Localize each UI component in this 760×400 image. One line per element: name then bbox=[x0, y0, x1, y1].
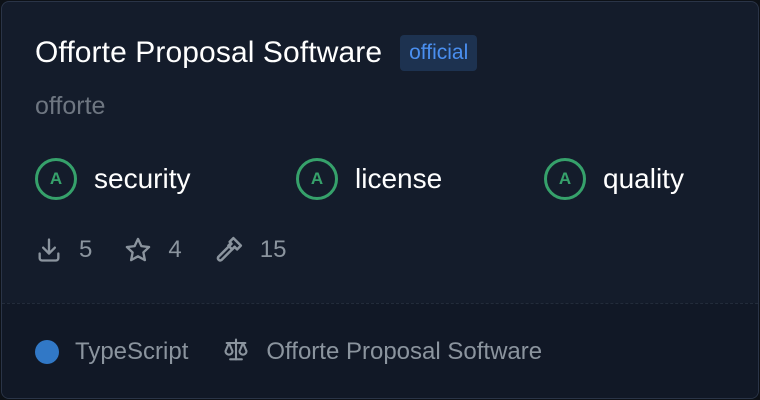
download-icon bbox=[35, 236, 63, 264]
security-grade-badge: A bbox=[35, 158, 77, 200]
language-dot bbox=[35, 340, 59, 364]
package-card[interactable]: Offorte Proposal Software official offor… bbox=[1, 1, 759, 399]
card-body: Offorte Proposal Software official offor… bbox=[2, 2, 758, 302]
title-row: Offorte Proposal Software official bbox=[35, 34, 478, 72]
stars-stat: 4 bbox=[124, 236, 182, 264]
stars-count: 4 bbox=[168, 236, 182, 263]
publisher-name[interactable]: offorte bbox=[35, 89, 105, 123]
quality-label: quality bbox=[603, 163, 684, 194]
hammer-icon bbox=[214, 235, 244, 265]
downloads-count: 5 bbox=[79, 236, 93, 263]
package-title[interactable]: Offorte Proposal Software bbox=[35, 34, 382, 72]
license-label: license bbox=[355, 163, 443, 194]
official-badge: official bbox=[400, 35, 478, 71]
language-label: TypeScript bbox=[75, 338, 189, 365]
footer-row: TypeScript Offorte Proposal Software bbox=[35, 336, 542, 368]
scale-icon bbox=[222, 336, 250, 369]
star-icon bbox=[124, 236, 152, 264]
quality-grade-badge: A bbox=[544, 158, 586, 200]
card-footer: TypeScript Offorte Proposal Software bbox=[2, 303, 758, 398]
score-quality[interactable]: A quality bbox=[544, 154, 684, 204]
score-security[interactable]: A security bbox=[35, 154, 190, 204]
tools-stat: 15 bbox=[214, 235, 287, 265]
score-license[interactable]: A license bbox=[296, 154, 442, 204]
license-info: Offorte Proposal Software bbox=[222, 336, 542, 369]
tools-count: 15 bbox=[259, 236, 287, 263]
license-grade-badge: A bbox=[296, 158, 338, 200]
license-label: Offorte Proposal Software bbox=[266, 338, 543, 365]
security-label: security bbox=[94, 163, 191, 194]
score-list: A security A license A quality bbox=[35, 154, 735, 204]
downloads-stat: 5 bbox=[35, 236, 92, 264]
stats-row: 5 4 15 bbox=[35, 232, 318, 268]
